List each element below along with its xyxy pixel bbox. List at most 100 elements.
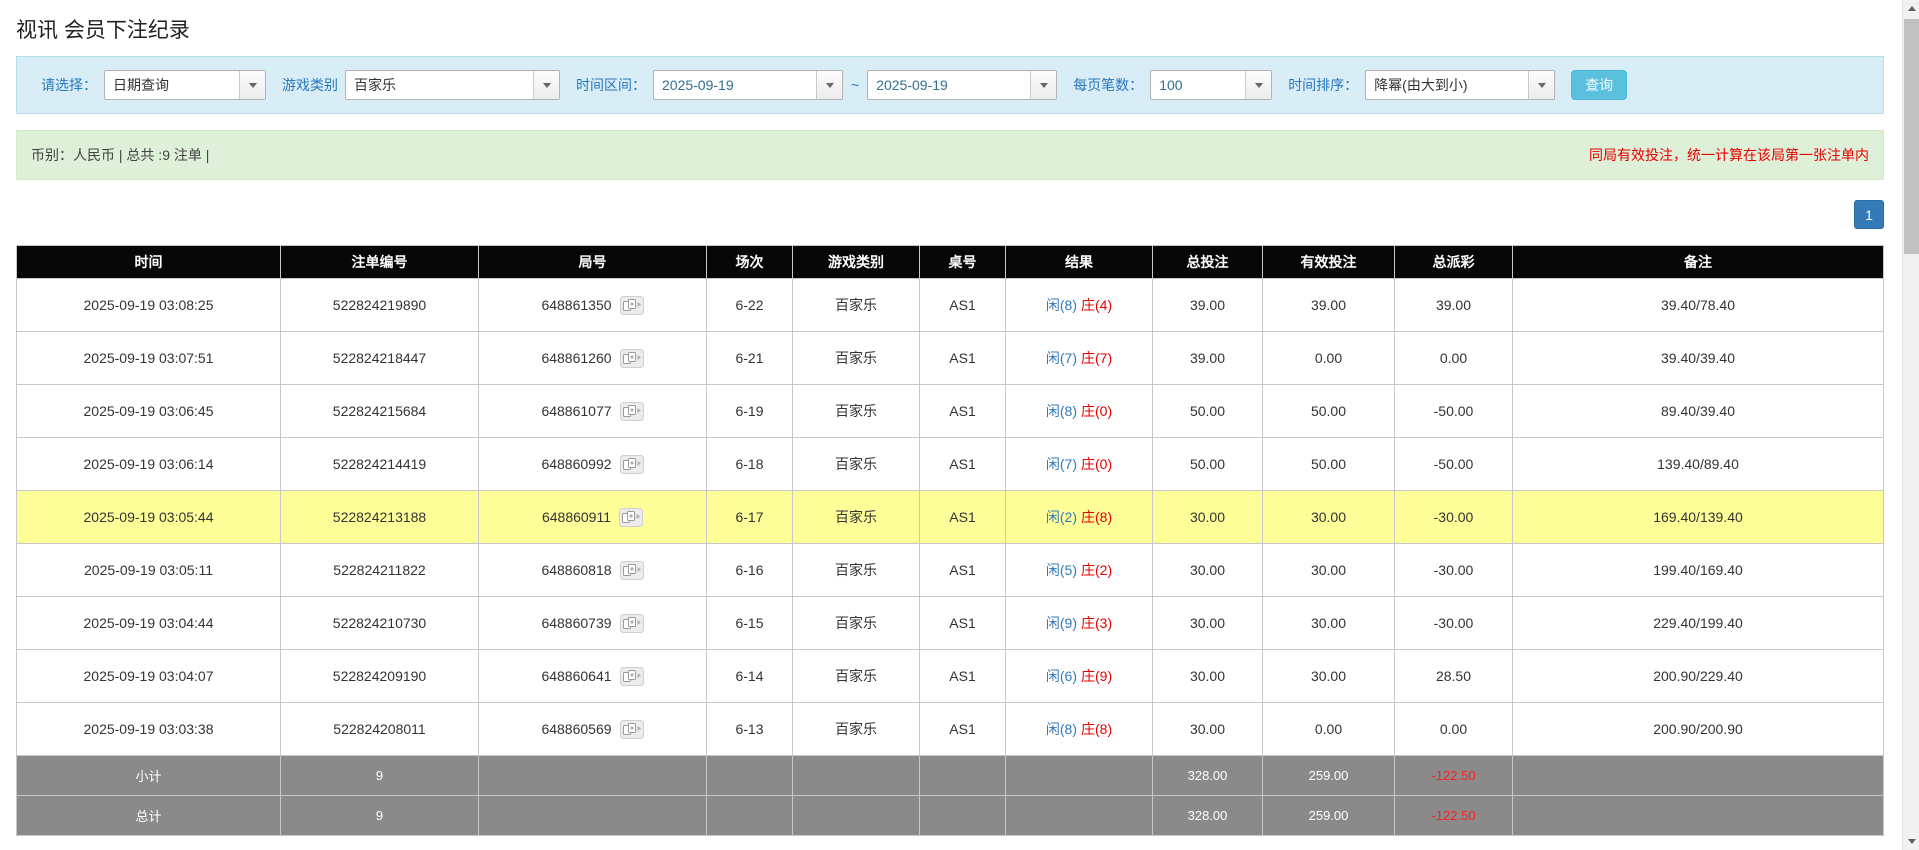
- scroll-down-button[interactable]: [1903, 833, 1919, 850]
- session-cell: 6-19: [706, 384, 793, 438]
- subtotal-label: 小计: [16, 755, 281, 796]
- table-no-cell: AS1: [919, 702, 1006, 756]
- payout-cell: 0.00: [1394, 331, 1513, 385]
- query-type-select[interactable]: 日期查询: [104, 70, 266, 100]
- result-banker: 庄(8): [1081, 721, 1113, 737]
- game-detail-icon[interactable]: [619, 719, 644, 739]
- chevron-down-icon[interactable]: [1528, 71, 1555, 99]
- page-size-value: 100: [1159, 77, 1183, 93]
- result-player: 闲(9): [1045, 615, 1077, 631]
- table-row: 2025-09-19 03:06:14 522824214419 648860992…: [16, 437, 1884, 491]
- session-cell: 6-21: [706, 331, 793, 385]
- round-id: 648861077: [541, 403, 612, 419]
- grand-total-payout: -122.50: [1394, 795, 1513, 836]
- subtotal-total-bet: 328.00: [1152, 755, 1263, 796]
- time-cell: 2025-09-19 03:05:11: [16, 543, 281, 597]
- result-cell: 闲(5) 庄(2): [1005, 543, 1153, 597]
- game-detail-icon[interactable]: [619, 666, 644, 686]
- grand-total-count: 9: [280, 795, 479, 836]
- column-header: 时间: [16, 245, 281, 279]
- result-cell: 闲(8) 庄(4): [1005, 278, 1153, 332]
- game-type-cell: 百家乐: [792, 437, 920, 491]
- table-row: 2025-09-19 03:06:45 522824215684 648861077…: [16, 384, 1884, 438]
- time-cell: 2025-09-19 03:07:51: [16, 331, 281, 385]
- payout-cell: 39.00: [1394, 278, 1513, 332]
- sort-order-select[interactable]: 降幂(由大到小): [1365, 70, 1556, 100]
- chevron-down-icon[interactable]: [239, 71, 265, 99]
- game-detail-icon[interactable]: [619, 348, 644, 368]
- table-row: 2025-09-19 03:05:44 522824213188 648860911…: [16, 490, 1884, 544]
- table-row: 2025-09-19 03:05:11 522824211822 648860818…: [16, 543, 1884, 597]
- result-cell: 闲(6) 庄(9): [1005, 649, 1153, 703]
- round-id: 648861350: [541, 297, 612, 313]
- result-player: 闲(7): [1045, 350, 1077, 366]
- game-type-cell: 百家乐: [792, 649, 920, 703]
- round-cell: 648860641: [478, 649, 707, 703]
- result-banker: 庄(0): [1081, 456, 1113, 472]
- notice-text: 同局有效投注，统一计算在该局第一张注单内: [1589, 147, 1869, 163]
- round-cell: 648861077: [478, 384, 707, 438]
- game-detail-icon[interactable]: [619, 560, 644, 580]
- chevron-down-icon[interactable]: [1245, 71, 1272, 99]
- valid-bet-cell: 30.00: [1262, 596, 1395, 650]
- game-detail-icon[interactable]: [619, 507, 644, 527]
- page-1-button[interactable]: 1: [1854, 200, 1884, 229]
- time-cell: 2025-09-19 03:06:45: [16, 384, 281, 438]
- remark-cell: 200.90/229.40: [1512, 649, 1884, 703]
- vertical-scrollbar[interactable]: [1902, 0, 1919, 850]
- game-detail-icon[interactable]: [619, 401, 644, 421]
- time-cell: 2025-09-19 03:04:07: [16, 649, 281, 703]
- date-to-select[interactable]: 2025-09-19: [867, 70, 1058, 100]
- empty-cell: [478, 795, 707, 836]
- table-footer: 小计 9 328.00 259.00 -122.50 总计 9 328.00 259.00 -12…: [16, 755, 1884, 836]
- table-no-cell: AS1: [919, 490, 1006, 544]
- bet-id-cell: 522824211822: [280, 543, 479, 597]
- scroll-up-button[interactable]: [1903, 0, 1919, 17]
- chevron-down-icon[interactable]: [816, 71, 842, 99]
- bet-id-cell: 522824215684: [280, 384, 479, 438]
- search-button[interactable]: 查询: [1571, 70, 1628, 100]
- filter-panel: 请选择： 日期查询 游戏类别 百家乐 时间区间： 2025-09-19 ~ 20…: [16, 56, 1884, 114]
- valid-bet-cell: 50.00: [1262, 384, 1395, 438]
- column-header: 局号: [478, 245, 707, 279]
- result-cell: 闲(7) 庄(7): [1005, 331, 1153, 385]
- currency-summary-text: 币别：人民币 | 总共 :9 注单 |: [31, 147, 210, 163]
- chevron-down-icon[interactable]: [1030, 71, 1057, 99]
- query-type-value: 日期查询: [113, 77, 169, 93]
- bet-id-cell: 522824219890: [280, 278, 479, 332]
- result-player: 闲(8): [1045, 721, 1077, 737]
- round-cell: 648860911: [478, 490, 707, 544]
- round-id: 648860569: [541, 721, 612, 737]
- round-id: 648860641: [541, 668, 612, 684]
- table-row: 2025-09-19 03:04:44 522824210730 648860739…: [16, 596, 1884, 650]
- game-detail-icon[interactable]: [619, 454, 644, 474]
- valid-bet-cell: 30.00: [1262, 543, 1395, 597]
- scroll-up-arrow-icon: [1907, 6, 1916, 11]
- bet-id-cell: 522824209190: [280, 649, 479, 703]
- total-bet-cell: 39.00: [1152, 331, 1263, 385]
- time-cell: 2025-09-19 03:06:14: [16, 437, 281, 491]
- date-to-value: 2025-09-19: [876, 77, 948, 93]
- time-cell: 2025-09-19 03:03:38: [16, 702, 281, 756]
- round-cell: 648860569: [478, 702, 707, 756]
- game-type-cell: 百家乐: [792, 702, 920, 756]
- empty-cell: [706, 755, 793, 796]
- page-size-select[interactable]: 100: [1150, 70, 1273, 100]
- grand-total-row: 总计 9 328.00 259.00 -122.50: [16, 795, 1884, 836]
- subtotal-count: 9: [280, 755, 479, 796]
- chevron-down-icon[interactable]: [533, 71, 559, 99]
- empty-cell: [706, 795, 793, 836]
- column-header: 总派彩: [1394, 245, 1513, 279]
- table-row: 2025-09-19 03:07:51 522824218447 648861260…: [16, 331, 1884, 385]
- game-type-select[interactable]: 百家乐: [345, 70, 560, 100]
- game-detail-icon[interactable]: [619, 295, 644, 315]
- game-detail-icon[interactable]: [619, 613, 644, 633]
- result-banker: 庄(2): [1081, 562, 1113, 578]
- table-no-cell: AS1: [919, 278, 1006, 332]
- page-size-label: 每页笔数：: [1073, 77, 1144, 93]
- valid-bet-cell: 30.00: [1262, 490, 1395, 544]
- scrollbar-thumb[interactable]: [1904, 19, 1919, 254]
- round-id: 648861260: [541, 350, 612, 366]
- column-header: 游戏类别: [792, 245, 920, 279]
- date-from-select[interactable]: 2025-09-19: [653, 70, 843, 100]
